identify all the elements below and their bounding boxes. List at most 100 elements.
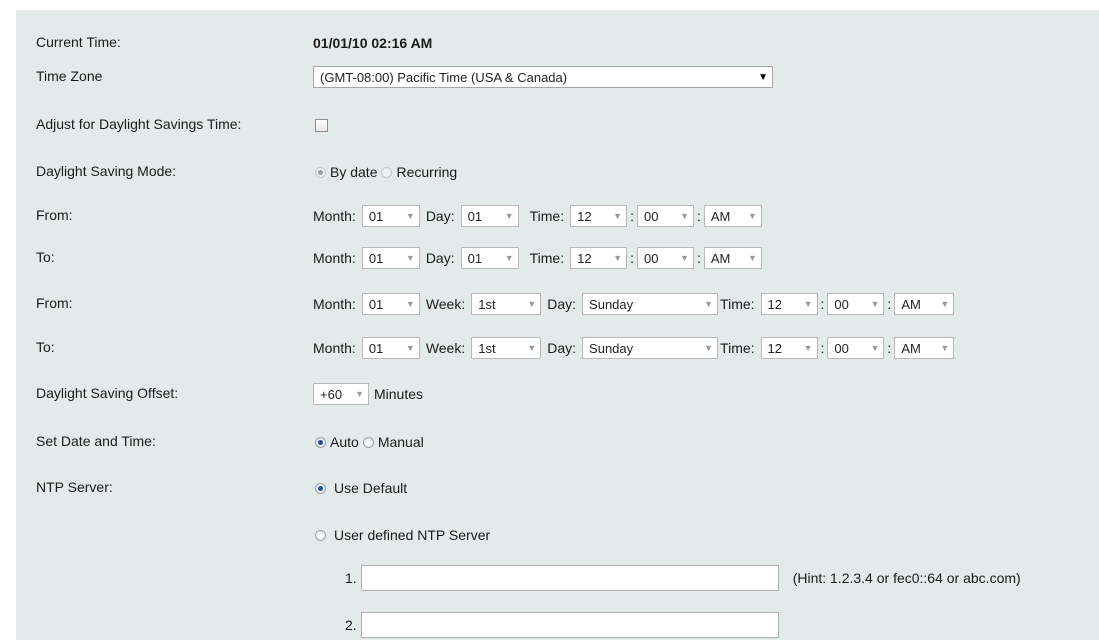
auto-label: Auto — [330, 434, 359, 450]
from-hour-select[interactable]: 12 ▼ — [570, 205, 628, 227]
from-recur-week-select[interactable]: 1st ▼ — [471, 293, 542, 315]
from-recur-row: From: Month: 01 ▼ Week: 1st ▼ Day: Sunday ▼… — [16, 290, 1099, 318]
to-recur-hour-select[interactable]: 12 ▼ — [760, 337, 818, 359]
to-recur-ampm-select[interactable]: AM ▼ — [894, 337, 955, 359]
set-datetime-row: Set Date and Time: Auto Manual — [16, 428, 1099, 456]
from-ampm-value: AM — [710, 208, 731, 224]
to-recur-month-select[interactable]: 01 ▼ — [361, 337, 420, 359]
from-month-value: 01 — [368, 208, 384, 224]
ntp-server1-input[interactable] — [360, 565, 779, 591]
to-hour-value: 12 — [577, 250, 592, 266]
from-recur-day-select[interactable]: Sunday ▼ — [582, 293, 719, 315]
to-day-select[interactable]: 01 ▼ — [460, 247, 519, 269]
use-default-radio[interactable] — [315, 482, 326, 494]
set-datetime-label: Set Date and Time: — [36, 433, 156, 449]
from-day-select[interactable]: 01 ▼ — [460, 205, 519, 227]
chevron-down-icon: ▼ — [527, 343, 537, 353]
chevron-down-icon: ▼ — [405, 299, 415, 309]
settings-panel: Current Time: 01/01/10 02:16 AM Time Zon… — [16, 10, 1099, 640]
current-time-value: 01/01/10 02:16 AM — [313, 35, 433, 51]
to-recur-week-value: 1st — [478, 340, 496, 356]
chevron-down-icon: ▼ — [680, 253, 689, 263]
ntp-label: NTP Server: — [36, 479, 113, 495]
to-minute-select[interactable]: 00 ▼ — [636, 247, 694, 269]
manual-radio[interactable] — [362, 436, 374, 448]
to-ampm-select[interactable]: AM ▼ — [703, 247, 762, 269]
from-recur-minute-value: 00 — [834, 296, 849, 312]
time-zone-select[interactable]: (GMT-08:00) Pacific Time (USA & Canada) … — [313, 66, 773, 88]
from-recur-day-value: Sunday — [589, 296, 634, 312]
chevron-down-icon: ▼ — [613, 211, 623, 221]
from-recur-month-select[interactable]: 01 ▼ — [361, 293, 420, 315]
to-month-select[interactable]: 01 ▼ — [361, 247, 420, 269]
from-recur-ampm-select[interactable]: AM ▼ — [894, 293, 955, 315]
to-recur-day-select[interactable]: Sunday ▼ — [582, 337, 719, 359]
by-date-label: By date — [330, 164, 378, 180]
recurring-label: Recurring — [396, 164, 458, 180]
chevron-down-icon: ▼ — [405, 211, 415, 221]
to-time-label: Time: — [529, 250, 565, 266]
to-month-value: 01 — [368, 250, 384, 266]
chevron-down-icon: ▼ — [527, 299, 537, 309]
from-day-value: 01 — [467, 208, 483, 224]
chevron-down-icon: ▼ — [504, 211, 514, 221]
to-recur-week-label: Week: — [425, 340, 466, 356]
time-zone-value: (GMT-08:00) Pacific Time (USA & Canada) — [320, 69, 568, 85]
to-recur-hour-value: 12 — [767, 340, 782, 356]
to-hour-select[interactable]: 12 ▼ — [570, 247, 628, 269]
to-recur-time-label: Time: — [720, 340, 755, 356]
to-minute-value: 00 — [643, 250, 659, 266]
from-ampm-select[interactable]: AM ▼ — [703, 205, 762, 227]
ntp-field1-row: 1. (Hint: 1.2.3.4 or fec0::64 or abc.com… — [16, 564, 1099, 592]
dst-adjust-checkbox[interactable] — [315, 118, 328, 132]
from-recur-month-label: Month: — [313, 296, 356, 312]
from-recur-minute-select[interactable]: 00 ▼ — [827, 293, 885, 315]
to-recur-week-select[interactable]: 1st ▼ — [471, 337, 542, 359]
to-recur-day-label: Day: — [547, 340, 577, 356]
time-zone-label: Time Zone — [36, 68, 103, 84]
from-time-label: Time: — [529, 208, 565, 224]
to-recur-minute-value: 00 — [834, 340, 849, 356]
from-recur-ampm-value: AM — [901, 296, 921, 312]
chevron-down-icon: ▼ — [870, 299, 880, 309]
chevron-down-icon: ▼ — [405, 253, 415, 263]
to-recur-month-value: 01 — [368, 340, 384, 356]
to-day-value: 01 — [467, 250, 483, 266]
ntp-server2-input[interactable] — [360, 612, 779, 638]
chevron-down-icon: ▼ — [704, 343, 714, 353]
user-ntp-radio[interactable] — [315, 529, 326, 541]
from-month-label: Month: — [313, 208, 356, 224]
chevron-down-icon: ▼ — [355, 389, 364, 399]
from-recur-hour-select[interactable]: 12 ▼ — [760, 293, 818, 315]
dst-mode-label: Daylight Saving Mode: — [36, 163, 177, 179]
ntp-field2-row: 2. — [16, 611, 1099, 639]
recurring-radio[interactable] — [381, 166, 393, 178]
chevron-down-icon: ▼ — [940, 299, 950, 309]
time-zone-row: Time Zone (GMT-08:00) Pacific Time (USA … — [16, 63, 1099, 91]
to-date-label: To: — [36, 249, 55, 265]
from-recur-week-value: 1st — [478, 296, 496, 312]
from-date-row: From: Month: 01 ▼ Day: 01 ▼ Time: 12 ▼ : 00… — [16, 202, 1099, 230]
from-minute-select[interactable]: 00 ▼ — [636, 205, 694, 227]
to-recur-day-value: Sunday — [589, 340, 634, 356]
chevron-down-icon: ▼ — [405, 343, 415, 353]
dst-adjust-label: Adjust for Daylight Savings Time: — [36, 116, 242, 132]
chevron-down-icon: ▼ — [758, 71, 768, 83]
ntp-row: NTP Server: Use Default — [16, 474, 1099, 502]
dst-offset-unit: Minutes — [374, 386, 424, 402]
from-date-label: From: — [36, 207, 73, 223]
auto-radio[interactable] — [315, 436, 326, 448]
from-hour-value: 12 — [577, 208, 592, 224]
to-month-label: Month: — [313, 250, 356, 266]
to-recur-minute-select[interactable]: 00 ▼ — [827, 337, 885, 359]
from-day-label: Day: — [425, 208, 455, 224]
by-date-radio[interactable] — [315, 166, 326, 178]
to-recur-ampm-value: AM — [901, 340, 921, 356]
chevron-down-icon: ▼ — [704, 299, 714, 309]
to-date-row: To: Month: 01 ▼ Day: 01 ▼ Time: 12 ▼ : 00 ▼ … — [16, 244, 1099, 272]
from-month-select[interactable]: 01 ▼ — [361, 205, 420, 227]
from-recur-label: From: — [36, 295, 73, 311]
from-recur-month-value: 01 — [368, 296, 384, 312]
user-ntp-label: User defined NTP Server — [334, 527, 491, 543]
dst-offset-select[interactable]: +60 ▼ — [313, 383, 369, 405]
